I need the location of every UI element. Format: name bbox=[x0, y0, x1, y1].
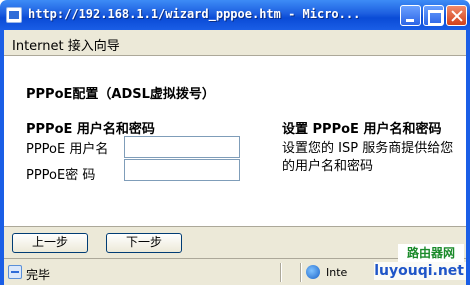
wizard-header: Internet 接入向导 bbox=[4, 30, 466, 56]
username-input[interactable] bbox=[124, 136, 240, 158]
window-frame-right bbox=[466, 30, 470, 285]
wizard-title: Internet 接入向导 bbox=[12, 39, 120, 54]
password-input[interactable] bbox=[124, 159, 240, 181]
section-title: PPPoE配置（ADSL虚拟拨号） bbox=[26, 87, 215, 102]
credentials-heading: PPPoE 用户名和密码 bbox=[26, 122, 155, 137]
close-button[interactable] bbox=[446, 5, 467, 26]
maximize-button[interactable] bbox=[423, 5, 444, 26]
internet-zone-icon bbox=[306, 265, 320, 279]
prev-button[interactable]: 上一步 bbox=[12, 233, 88, 253]
status-divider bbox=[300, 263, 302, 282]
wizard-button-bar: 上一步 下一步 bbox=[4, 226, 466, 258]
minimize-button[interactable] bbox=[400, 5, 421, 26]
page-done-icon bbox=[8, 265, 22, 279]
status-text: 完毕 bbox=[26, 268, 51, 282]
status-divider bbox=[280, 263, 282, 282]
watermark-badge-top: 路由器网 bbox=[398, 244, 464, 262]
password-label: PPPoE密 码 bbox=[26, 168, 96, 183]
help-description: 设置您的 ISP 服务商提供给您的用户名和密码 bbox=[282, 141, 454, 174]
ie-page-icon bbox=[6, 7, 22, 23]
help-title: 设置 PPPoE 用户名和密码 bbox=[282, 122, 442, 137]
wizard-content: PPPoE配置（ADSL虚拟拨号） PPPoE 用户名和密码 PPPoE 用户名… bbox=[4, 56, 466, 226]
zone-text: Inte bbox=[326, 266, 348, 279]
window-title: http://192.168.1.1/wizard_pppoe.htm - Mi… bbox=[28, 7, 361, 21]
next-button[interactable]: 下一步 bbox=[106, 233, 182, 253]
username-label: PPPoE 用户名 bbox=[26, 142, 109, 157]
window-titlebar[interactable]: http://192.168.1.1/wizard_pppoe.htm - Mi… bbox=[0, 0, 470, 30]
watermark-badge-bottom: luyouqi.net bbox=[374, 262, 466, 280]
